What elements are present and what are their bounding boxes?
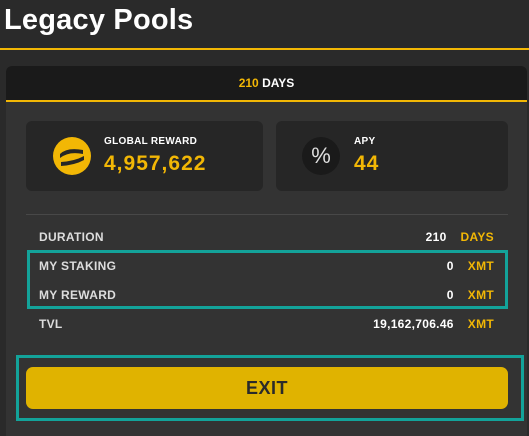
my-staking-value-group: 0 XMT bbox=[447, 259, 494, 273]
my-reward-label: MY REWARD bbox=[39, 288, 117, 302]
global-reward-label: GLOBAL REWARD bbox=[104, 136, 198, 147]
my-reward-row: MY REWARD 0 XMT bbox=[39, 284, 494, 304]
duration-value-group: 210 DAYS bbox=[426, 230, 494, 244]
pool-card: 210 DAYS GLOBAL REWARD 4,957,622 % APY 4… bbox=[6, 66, 527, 436]
tab-duration-unit: DAYS bbox=[262, 76, 295, 90]
tab-duration-number: 210 bbox=[238, 76, 259, 90]
my-staking-value: 0 bbox=[446, 259, 454, 273]
apy-card: % APY 44 bbox=[276, 121, 508, 191]
duration-label: DURATION bbox=[39, 230, 104, 244]
duration-unit: DAYS bbox=[460, 230, 494, 244]
percent-glyph: % bbox=[311, 143, 331, 168]
my-reward-value-group: 0 XMT bbox=[447, 288, 494, 302]
apy-label: APY bbox=[354, 136, 376, 147]
apy-value: 44 bbox=[354, 152, 380, 175]
duration-row: DURATION 210 DAYS bbox=[39, 226, 494, 246]
duration-value: 210 bbox=[425, 230, 447, 244]
tvl-value: 19,162,706.46 bbox=[373, 317, 454, 331]
my-reward-value: 0 bbox=[446, 288, 454, 302]
tvl-unit: XMT bbox=[467, 317, 494, 331]
tvl-label: TVL bbox=[39, 317, 63, 331]
global-reward-value: 4,957,622 bbox=[104, 152, 207, 175]
title-underline bbox=[0, 48, 529, 50]
exit-button[interactable]: EXIT bbox=[26, 367, 508, 409]
tvl-row: TVL 19,162,706.46 XMT bbox=[39, 313, 494, 333]
percent-icon: % bbox=[302, 137, 340, 175]
my-reward-unit: XMT bbox=[467, 288, 494, 302]
section-divider bbox=[26, 214, 508, 215]
global-reward-card: GLOBAL REWARD 4,957,622 bbox=[26, 121, 263, 191]
my-staking-label: MY STAKING bbox=[39, 259, 117, 273]
my-staking-unit: XMT bbox=[467, 259, 494, 273]
tab-duration[interactable]: 210 DAYS bbox=[6, 66, 527, 102]
tvl-value-group: 19,162,706.46 XMT bbox=[373, 317, 494, 331]
my-staking-row: MY STAKING 0 XMT bbox=[39, 255, 494, 275]
token-logo-icon bbox=[53, 137, 91, 175]
page-title: Legacy Pools bbox=[4, 4, 194, 36]
